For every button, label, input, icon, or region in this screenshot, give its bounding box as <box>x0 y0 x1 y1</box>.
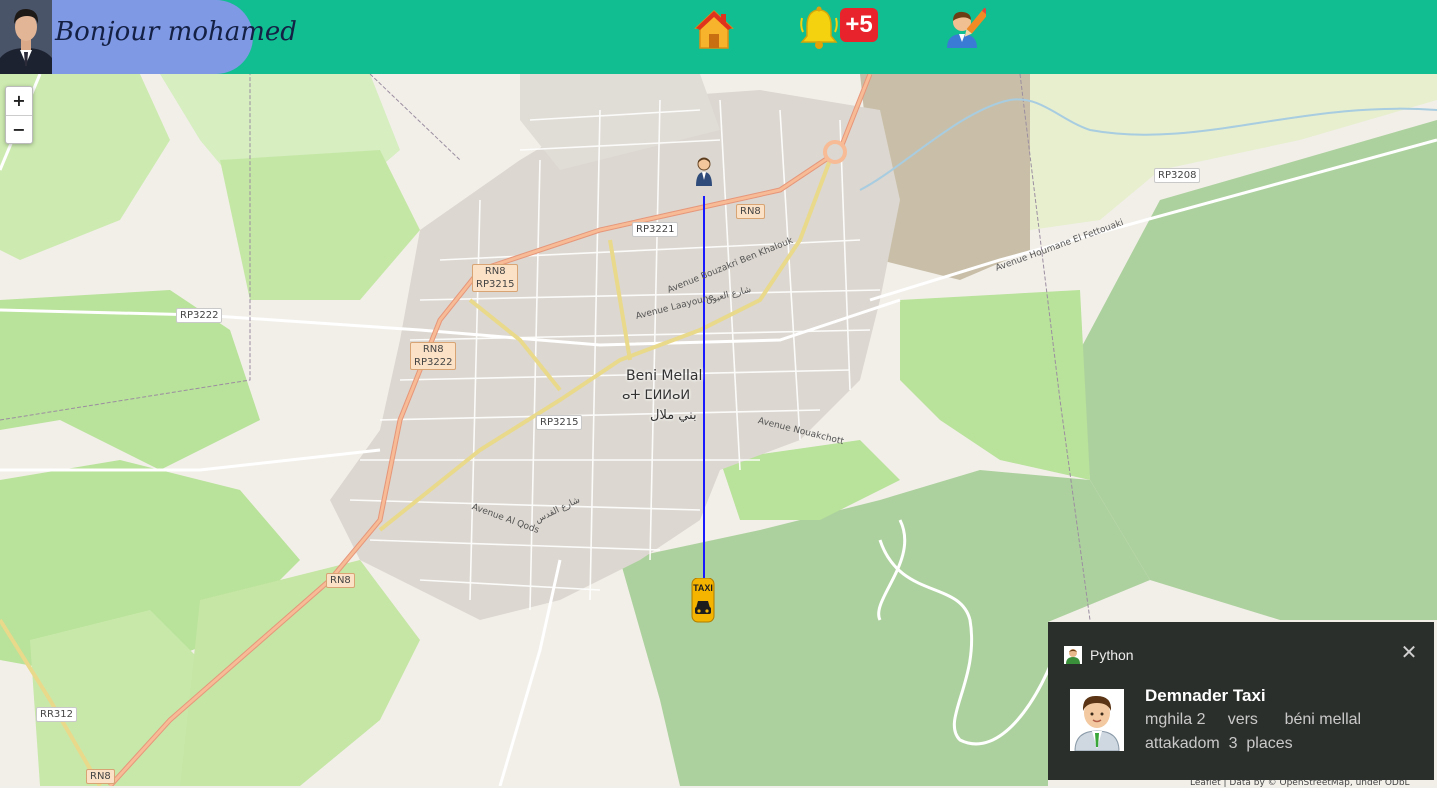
road-label-rp3222: RP3222 <box>414 357 453 368</box>
zoom-out-button[interactable]: − <box>6 115 32 144</box>
road-label-rn8: RN8 <box>422 344 444 355</box>
city-label-tifinagh: ⴰⵜ ⵎⵍⵍⴰⵍ <box>622 388 691 403</box>
notification-badge[interactable]: +5 <box>840 8 878 42</box>
user-location-icon[interactable] <box>694 156 714 190</box>
road-label-rp3215: RP3215 <box>476 279 515 290</box>
toast-message-route: mghila 2 vers béni mellal <box>1145 711 1362 728</box>
road-label-rn8-rp3215: RN8 RP3215 <box>472 264 519 292</box>
road-label-rn8-rp3222: RN8 RP3222 <box>410 342 457 370</box>
notification-toast[interactable]: Python ✕ Demnader Taxi mghila 2 vers bén… <box>1048 622 1434 780</box>
city-label: Beni Mellal <box>626 368 703 384</box>
road-label-rn8: RN8 <box>484 266 506 277</box>
zoom-in-button[interactable]: + <box>6 87 32 115</box>
profile-edit-icon[interactable] <box>944 6 986 50</box>
toast-title: Demnader Taxi <box>1145 686 1266 705</box>
taxi-sign-text: TAXI <box>693 583 713 593</box>
road-label-rp3215: RP3215 <box>536 415 583 430</box>
python-app-icon <box>1064 646 1082 664</box>
road-label-rr312: RR312 <box>36 707 77 722</box>
road-label-rp3221: RP3221 <box>632 222 679 237</box>
greeting-text: Bonjour mohamed <box>55 17 297 47</box>
taxi-icon[interactable]: TAXI <box>690 578 716 624</box>
driver-avatar-icon <box>1070 689 1124 751</box>
road-label-rp3208: RP3208 <box>1154 168 1201 183</box>
user-photo-icon <box>0 0 52 74</box>
avatar[interactable] <box>0 0 52 74</box>
road-label-rn8: RN8 <box>326 573 355 588</box>
road-label-rn8: RN8 <box>736 204 765 219</box>
road-label-rn8: RN8 <box>86 769 115 784</box>
user-greeting: Bonjour mohamed <box>0 0 297 74</box>
top-bar: Bonjour mohamed +5 <box>0 0 1437 74</box>
bell-icon[interactable] <box>798 6 840 50</box>
close-icon[interactable]: ✕ <box>1398 642 1420 664</box>
toast-message-seats: attakadom 3 places <box>1145 735 1293 752</box>
toast-app-name: Python <box>1090 647 1134 663</box>
home-icon[interactable] <box>694 8 734 50</box>
zoom-control: + − <box>5 86 33 144</box>
road-label-rp3222: RP3222 <box>176 308 223 323</box>
city-label-arabic: بني ملال <box>650 408 697 423</box>
